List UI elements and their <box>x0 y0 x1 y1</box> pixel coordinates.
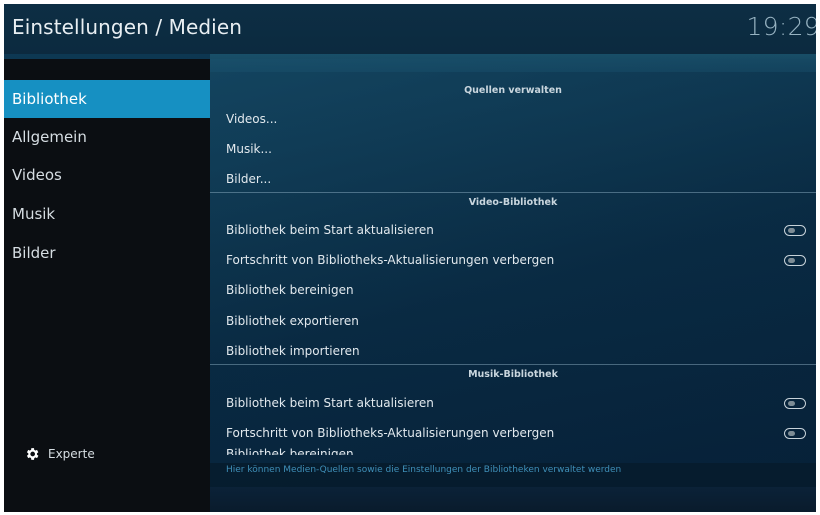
setting-videos-sources[interactable]: Videos... <box>226 108 806 130</box>
toggle-switch[interactable] <box>784 255 806 266</box>
setting-music-update-on-start[interactable]: Bibliothek beim Start aktualisieren <box>226 392 806 414</box>
setting-label: Fortschritt von Bibliotheks-Aktualisieru… <box>226 426 555 440</box>
setting-video-hide-progress[interactable]: Fortschritt von Bibliotheks-Aktualisieru… <box>226 249 806 271</box>
sidebar-item-videos[interactable]: Videos <box>4 156 210 194</box>
setting-music-sources[interactable]: Musik... <box>226 138 806 160</box>
toggle-knob <box>788 400 795 406</box>
sidebar-item-allgemein[interactable]: Allgemein <box>4 118 210 156</box>
expert-level-button[interactable]: Experte <box>24 444 95 464</box>
setting-label: Fortschritt von Bibliotheks-Aktualisieru… <box>226 253 555 267</box>
sidebar-item-bibliothek[interactable]: Bibliothek <box>4 80 210 118</box>
description-bar: Hier können Medien-Quellen sowie die Ein… <box>210 463 816 487</box>
toggle-knob <box>788 257 795 263</box>
setting-pictures-sources[interactable]: Bilder... <box>226 168 806 190</box>
section-divider <box>210 364 816 365</box>
expert-level-label: Experte <box>48 447 95 461</box>
sidebar: Bibliothek Allgemein Videos Musik Bilder… <box>4 59 210 512</box>
section-header-quellen: Quellen verwalten <box>464 85 562 96</box>
section-header-musik: Musik-Bibliothek <box>468 369 558 380</box>
toggle-switch[interactable] <box>784 398 806 409</box>
clock: 19:29 <box>746 12 816 41</box>
header-bar: Einstellungen / Medien 19:29 <box>4 4 816 54</box>
gear-icon <box>26 448 39 460</box>
section-header-video: Video-Bibliothek <box>468 197 558 208</box>
toggle-knob <box>788 430 795 436</box>
setting-music-clean-library[interactable]: Bibliothek bereinigen <box>226 443 626 455</box>
toggle-switch[interactable] <box>784 428 806 439</box>
setting-label: Bibliothek beim Start aktualisieren <box>226 223 434 237</box>
page-title: Einstellungen / Medien <box>12 15 243 39</box>
toggle-knob <box>788 227 795 233</box>
setting-video-import-library[interactable]: Bibliothek importieren <box>226 340 806 362</box>
setting-video-clean-library[interactable]: Bibliothek bereinigen <box>226 279 806 301</box>
sidebar-item-bilder[interactable]: Bilder <box>4 234 210 272</box>
setting-label: Bibliothek beim Start aktualisieren <box>226 396 434 410</box>
kodi-settings-window: Einstellungen / Medien 19:29 Bibliothek … <box>4 4 816 512</box>
setting-description: Hier können Medien-Quellen sowie die Ein… <box>226 465 622 475</box>
toggle-switch[interactable] <box>784 225 806 236</box>
sidebar-item-musik[interactable]: Musik <box>4 195 210 233</box>
section-divider <box>210 192 816 193</box>
setting-video-export-library[interactable]: Bibliothek exportieren <box>226 310 806 332</box>
setting-video-update-on-start[interactable]: Bibliothek beim Start aktualisieren <box>226 219 806 241</box>
footer-bar <box>210 487 816 512</box>
setting-music-hide-progress[interactable]: Fortschritt von Bibliotheks-Aktualisieru… <box>226 422 806 444</box>
